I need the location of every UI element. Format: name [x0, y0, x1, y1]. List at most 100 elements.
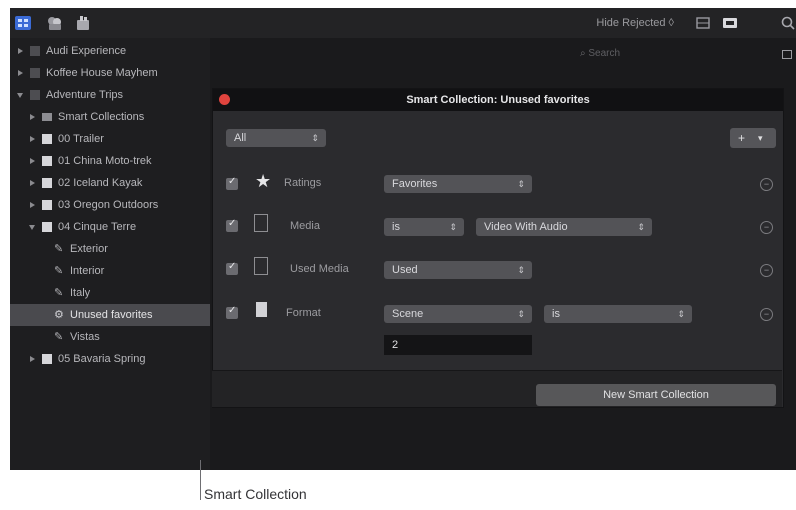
remove-rule-button[interactable]: −: [760, 308, 773, 321]
rule-media-label: Media: [290, 220, 320, 232]
sidebar-item-adventure-trips[interactable]: Adventure Trips: [10, 84, 210, 106]
match-popup[interactable]: All ⇕: [226, 129, 326, 147]
sidebar-item-03-oregon[interactable]: 03 Oregon Outdoors: [10, 194, 210, 216]
sidebar-item-00-trailer[interactable]: 00 Trailer: [10, 128, 210, 150]
sidebar-item-05-bavaria[interactable]: 05 Bavaria Spring: [10, 348, 210, 370]
filmstrip-icon[interactable]: [696, 14, 710, 32]
new-smart-collection-button[interactable]: New Smart Collection: [536, 384, 776, 406]
media-operator-value: is: [392, 221, 400, 233]
folder-icon: [42, 113, 52, 121]
sidebar-item-label: Adventure Trips: [46, 89, 124, 101]
search-icon[interactable]: [780, 14, 796, 32]
sidebar-item-label: Exterior: [70, 243, 108, 255]
dialog-title: Smart Collection: Unused favorites: [213, 89, 783, 111]
event-icon: [42, 354, 52, 364]
search-icon: ⌕: [580, 48, 586, 59]
sidebar-item-audi-experience[interactable]: Audi Experience: [10, 40, 210, 62]
plus-icon: +: [738, 131, 746, 145]
event-icon: [42, 200, 52, 210]
sidebar-item-italy[interactable]: ✎ Italy: [10, 282, 210, 304]
library-icon: [30, 68, 40, 78]
callout-label: Smart Collection: [204, 486, 307, 502]
rule-used-media-checkbox[interactable]: ✓: [226, 261, 238, 275]
media-type-popup[interactable]: Video With Audio ⇕: [476, 218, 652, 236]
chevron-updown-icon: ⇕: [517, 309, 525, 319]
disclosure-triangle-icon[interactable]: [18, 70, 23, 76]
format-popup-value: Scene: [392, 308, 424, 320]
smart-collection-icon: ⚙: [54, 309, 64, 321]
sidebar-item-02-iceland[interactable]: 02 Iceland Kayak: [10, 172, 210, 194]
library-sidebar: Audi Experience Koffee House Mayhem Adve…: [10, 38, 210, 470]
sidebar-item-unused-favorites[interactable]: ⚙ Unused favorites: [10, 304, 210, 326]
close-button[interactable]: [219, 94, 230, 105]
used-media-icon: [254, 257, 268, 275]
sidebar-item-label: 00 Trailer: [58, 133, 104, 145]
format-operator-popup[interactable]: is ⇕: [544, 305, 692, 323]
titles-icon[interactable]: [74, 14, 92, 32]
media-operator-popup[interactable]: is ⇕: [384, 218, 464, 236]
disclosure-triangle-icon[interactable]: [30, 136, 35, 142]
ratings-popup[interactable]: Favorites ⇕: [384, 175, 532, 193]
keyword-icon: ✎: [54, 287, 64, 299]
sidebar-item-01-china[interactable]: 01 China Moto-trek: [10, 150, 210, 172]
event-icon: [42, 178, 52, 188]
library-icon: [30, 90, 40, 100]
disclosure-triangle-icon[interactable]: [18, 48, 23, 54]
sidebar-item-label: 02 Iceland Kayak: [58, 177, 143, 189]
sidebar-item-vistas[interactable]: ✎ Vistas: [10, 326, 210, 348]
search-field[interactable]: ⌕ Search: [580, 48, 660, 64]
sidebar-item-label: Smart Collections: [58, 111, 145, 123]
format-icon: [256, 302, 267, 317]
sidebar-item-label: Audi Experience: [46, 45, 127, 57]
clip-icon[interactable]: [722, 14, 738, 32]
sidebar-item-interior[interactable]: ✎ Interior: [10, 260, 210, 282]
search-placeholder: Search: [588, 48, 621, 59]
hide-rejected-popup[interactable]: Hide Rejected ◊: [596, 17, 674, 29]
ratings-popup-value: Favorites: [392, 178, 438, 190]
sidebar-item-label: Italy: [70, 287, 91, 299]
disclosure-triangle-icon[interactable]: [17, 93, 23, 98]
match-popup-value: All: [234, 132, 247, 144]
disclosure-triangle-icon[interactable]: [29, 225, 35, 230]
photos-icon[interactable]: [46, 14, 64, 32]
sidebar-item-label: 01 China Moto-trek: [58, 155, 152, 167]
disclosure-triangle-icon[interactable]: [30, 114, 35, 120]
keyword-icon: ✎: [54, 265, 64, 277]
remove-rule-button[interactable]: −: [760, 264, 773, 277]
sidebar-item-04-cinque-terre[interactable]: 04 Cinque Terre: [10, 216, 210, 238]
chevron-updown-icon: ⇕: [449, 222, 457, 232]
disclosure-triangle-icon[interactable]: [30, 158, 35, 164]
used-media-popup[interactable]: Used ⇕: [384, 261, 532, 279]
chevron-updown-icon: ⇕: [517, 265, 525, 275]
star-icon: ★: [255, 171, 272, 191]
used-media-value: Used: [392, 264, 418, 276]
sidebar-item-exterior[interactable]: ✎ Exterior: [10, 238, 210, 260]
disclosure-triangle-icon[interactable]: [30, 202, 35, 208]
event-icon: [42, 134, 52, 144]
remove-rule-button[interactable]: −: [760, 178, 773, 191]
disclosure-triangle-icon[interactable]: [30, 356, 35, 362]
format-operator-value: is: [552, 308, 560, 320]
sidebar-item-label: Vistas: [70, 331, 100, 343]
format-value-field[interactable]: 2: [384, 335, 532, 355]
sidebar-item-koffee-house[interactable]: Koffee House Mayhem: [10, 62, 210, 84]
sidebar-item-label: Koffee House Mayhem: [46, 67, 158, 79]
rule-media-checkbox[interactable]: ✓: [226, 218, 238, 232]
event-icon: [42, 222, 52, 232]
format-popup[interactable]: Scene ⇕: [384, 305, 532, 323]
remove-rule-button[interactable]: −: [760, 221, 773, 234]
sidebar-item-smart-collections[interactable]: Smart Collections: [10, 106, 210, 128]
view-toggle-icon[interactable]: [782, 50, 792, 59]
keyword-icon: ✎: [54, 243, 64, 255]
rule-ratings-checkbox[interactable]: ✓: [226, 176, 238, 190]
library-icon[interactable]: [14, 14, 32, 32]
media-icon: [254, 214, 268, 232]
chevron-updown-icon: ⇕: [677, 309, 685, 319]
sidebar-item-label: 05 Bavaria Spring: [58, 353, 146, 365]
add-rule-button[interactable]: + ▾: [730, 128, 776, 148]
rule-ratings-label: Ratings: [284, 177, 322, 189]
toolbar: Hide Rejected ◊: [10, 8, 796, 38]
event-icon: [42, 156, 52, 166]
disclosure-triangle-icon[interactable]: [30, 180, 35, 186]
rule-format-checkbox[interactable]: ✓: [226, 305, 238, 319]
